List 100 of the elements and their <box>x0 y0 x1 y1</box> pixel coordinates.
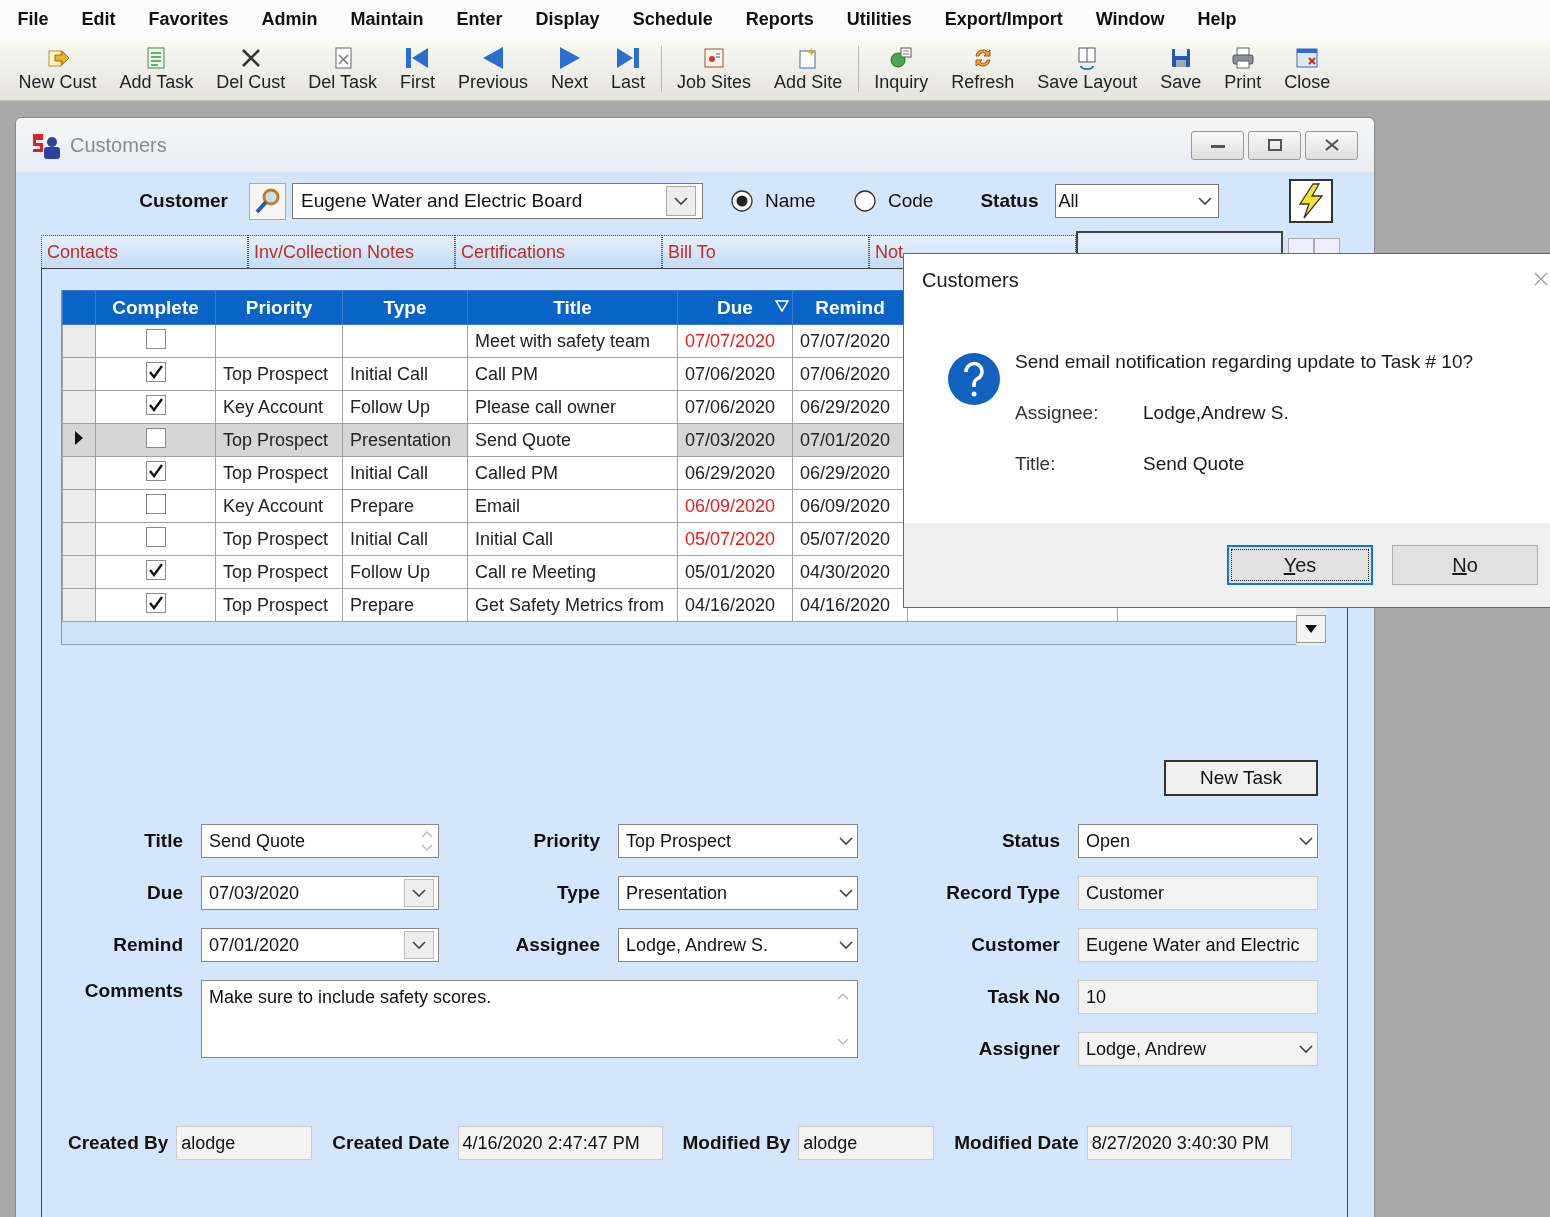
toolbar-button[interactable]: Refresh <box>939 45 1026 93</box>
checkbox[interactable] <box>145 361 166 382</box>
table-cell: Key Account <box>215 489 343 523</box>
status-dropdown[interactable]: All <box>1054 184 1219 218</box>
search-button[interactable] <box>249 182 286 220</box>
menu-item[interactable]: Favorites <box>132 8 246 30</box>
question-icon <box>947 352 1001 406</box>
table-cell: Follow Up <box>342 555 468 589</box>
menu-item[interactable]: Display <box>519 8 617 30</box>
menu-item[interactable]: Help <box>1181 8 1254 30</box>
column-header[interactable]: Due <box>677 290 793 325</box>
detail-label: Assignee: <box>1015 402 1100 424</box>
toolbar-button[interactable]: Inquiry <box>862 45 940 93</box>
table-cell: 04/16/2020 <box>792 588 908 622</box>
lightning-button[interactable] <box>1288 179 1333 223</box>
radio-button[interactable]: Code <box>854 190 934 212</box>
tab[interactable]: Bill To <box>662 235 869 268</box>
new-task-button[interactable]: New Task <box>1164 760 1318 796</box>
table-cell: Prepare <box>342 588 468 622</box>
text-field[interactable]: alodge <box>176 1126 313 1160</box>
menu-item[interactable]: Enter <box>440 8 520 30</box>
menu-item[interactable]: Maintain <box>334 8 441 30</box>
checkbox[interactable] <box>145 328 166 349</box>
comments-field[interactable]: Make sure to include safety scores. <box>201 980 858 1058</box>
customer-dropdown[interactable]: Eugene Water and Electric Board <box>292 183 703 219</box>
toolbar-button[interactable]: Job Sites <box>665 45 763 93</box>
toolbar-button[interactable]: Del Task <box>296 45 389 93</box>
window-button[interactable] <box>1248 130 1301 160</box>
toolbar-button[interactable]: Next <box>539 45 600 93</box>
window-button[interactable] <box>1305 130 1358 160</box>
dropdown[interactable]: Top Prospect <box>618 824 858 858</box>
toolbar-button[interactable]: Save Layout <box>1025 45 1149 93</box>
window-title: Customers <box>70 133 168 157</box>
filter-icon[interactable] <box>775 300 789 312</box>
scroll-down-button[interactable] <box>1296 615 1326 643</box>
tab[interactable]: Inv/Collection Notes <box>248 235 455 268</box>
column-header[interactable]: Priority <box>215 290 343 325</box>
detail-label: Title: <box>1015 453 1057 475</box>
text-field[interactable]: 10 <box>1078 980 1318 1014</box>
text-field[interactable]: alodge <box>798 1126 935 1160</box>
toolbar-button[interactable]: Last <box>599 45 657 93</box>
table-cell: Top Prospect <box>215 588 343 622</box>
tab[interactable]: Contacts <box>41 235 248 268</box>
toolbar-button[interactable]: New Cust <box>7 45 109 93</box>
dropdown[interactable]: Lodge, Andrew <box>1078 1032 1318 1066</box>
dropdown[interactable]: Open <box>1078 824 1318 858</box>
menu-item[interactable]: File <box>1 8 65 30</box>
column-header[interactable]: Complete <box>95 290 216 325</box>
toolbar-button[interactable]: First <box>388 45 447 93</box>
tab[interactable]: Certifications <box>455 235 662 268</box>
menu-item[interactable]: Window <box>1079 8 1182 30</box>
field-label: Assigner <box>977 1038 1061 1060</box>
detail-value: Send Quote <box>1143 453 1245 475</box>
dialog-message: Send email notification regarding update to Task # 10? <box>1015 351 1474 373</box>
menu-item[interactable]: Utilities <box>830 8 929 30</box>
field-label: Status <box>1000 830 1061 852</box>
close-icon[interactable] <box>1534 272 1548 286</box>
column-header[interactable]: Type <box>342 290 468 325</box>
dropdown[interactable]: Presentation <box>618 876 858 910</box>
date-field[interactable]: 07/01/2020 <box>201 928 439 962</box>
checkbox[interactable] <box>145 493 166 514</box>
toolbar-button[interactable]: Add Site <box>762 45 854 93</box>
dialog-button[interactable]: No <box>1392 545 1538 585</box>
radio-button[interactable]: Name <box>731 190 821 212</box>
menu-item[interactable]: Admin <box>245 8 335 30</box>
column-header[interactable]: Title <box>467 290 678 325</box>
checkbox[interactable] <box>145 526 166 547</box>
toolbar-button[interactable]: Close <box>1272 45 1342 93</box>
toolbar-button[interactable]: Save <box>1148 45 1213 93</box>
text-field[interactable]: Eugene Water and Electric <box>1078 928 1318 962</box>
dialog-button[interactable]: Yes <box>1227 545 1373 585</box>
maximize-icon <box>1267 139 1282 151</box>
window-button[interactable] <box>1191 130 1244 160</box>
checkbox[interactable] <box>145 559 166 580</box>
menu-item[interactable]: Schedule <box>616 8 730 30</box>
text-field[interactable]: Customer <box>1078 876 1318 910</box>
text-field[interactable]: Send Quote <box>201 824 439 858</box>
checkbox[interactable] <box>145 460 166 481</box>
menu-item[interactable]: Export/Import <box>928 8 1080 30</box>
table-cell: Key Account <box>215 390 343 424</box>
field-label: Status <box>980 190 1039 212</box>
toolbar-button[interactable]: Add Task <box>108 45 205 93</box>
checkbox[interactable] <box>145 592 166 613</box>
menu-item[interactable]: Reports <box>729 8 831 30</box>
field-label: Assignee <box>514 934 601 956</box>
date-field[interactable]: 07/03/2020 <box>201 876 439 910</box>
menu-item[interactable]: Edit <box>65 8 132 30</box>
toolbar-button[interactable]: Previous <box>446 45 540 93</box>
table-cell: Top Prospect <box>215 357 343 391</box>
checkbox[interactable] <box>145 394 166 415</box>
text-field[interactable]: 8/27/2020 3:40:30 PM <box>1086 1126 1292 1160</box>
table-cell: Top Prospect <box>215 456 343 490</box>
toolbar-button[interactable]: Del Cust <box>204 45 297 93</box>
checkbox[interactable] <box>145 427 166 448</box>
text-field[interactable]: 4/16/2020 2:47:47 PM <box>457 1126 663 1160</box>
dropdown[interactable]: Lodge, Andrew S. <box>618 928 858 962</box>
toolbar-button[interactable]: Print <box>1212 45 1273 93</box>
row-header[interactable] <box>62 423 96 457</box>
table-cell: 05/07/2020 <box>677 522 793 556</box>
table-cell: 06/09/2020 <box>677 489 793 523</box>
